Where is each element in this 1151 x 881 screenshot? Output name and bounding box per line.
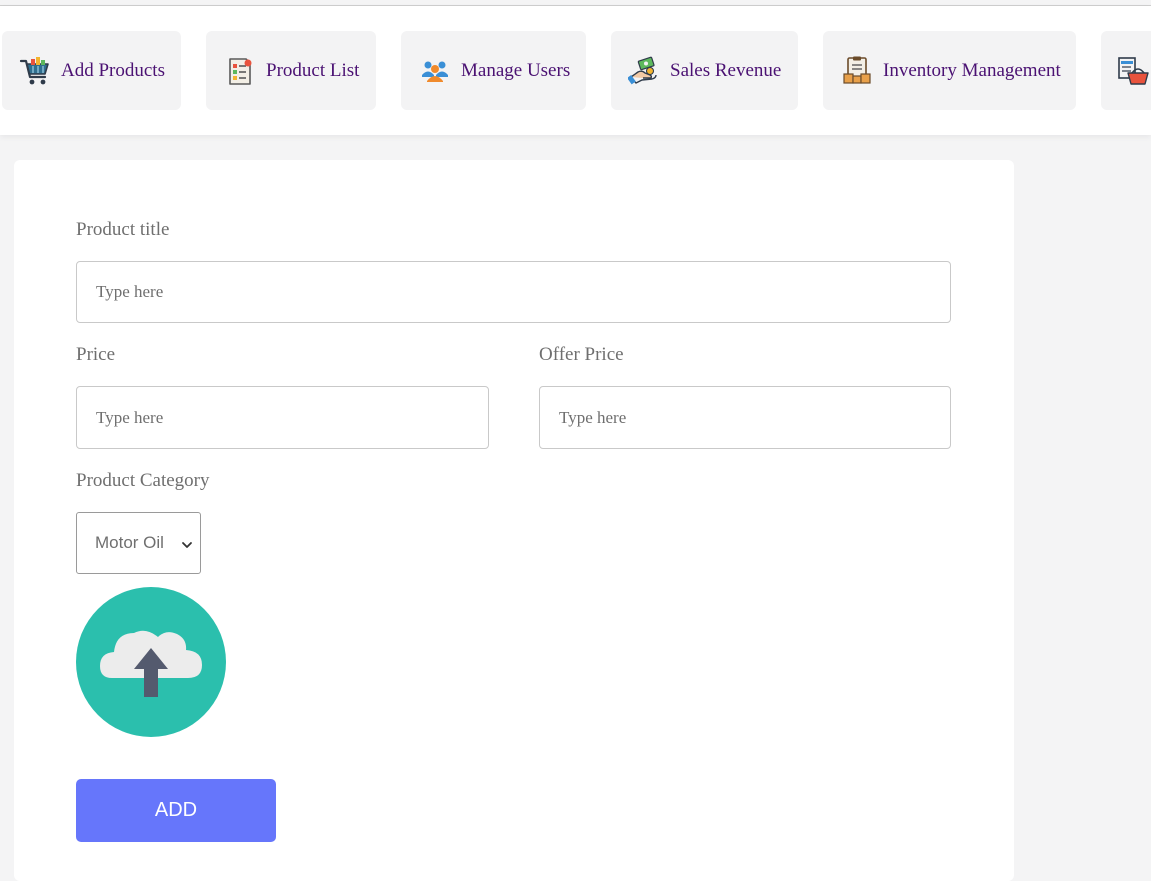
image-upload-button[interactable]	[76, 587, 226, 737]
offer-price-label: Offer Price	[539, 344, 624, 365]
nav-product-list[interactable]: Product List	[206, 31, 376, 110]
add-product-form: Product title Price Offer Price Product …	[14, 160, 1014, 881]
money-hand-icon	[627, 55, 660, 87]
chevron-down-icon	[181, 536, 193, 548]
product-category-label: Product Category	[76, 470, 210, 491]
nav-sales-revenue[interactable]: Sales Revenue	[611, 31, 798, 110]
cloud-upload-icon	[76, 587, 226, 737]
price-input[interactable]	[76, 386, 489, 449]
product-title-label: Product title	[76, 219, 170, 240]
nav-label: Product List	[266, 59, 360, 81]
price-label: Price	[76, 344, 116, 365]
nav-label: Inventory Management	[883, 59, 1061, 81]
nav-item-partial[interactable]	[1101, 31, 1151, 110]
add-button[interactable]: ADD	[76, 779, 276, 842]
nav-label: Manage Users	[461, 59, 571, 81]
nav-label: Add Products	[61, 59, 165, 81]
offer-price-input[interactable]	[539, 386, 951, 449]
nav-inventory-management[interactable]: Inventory Management	[823, 31, 1076, 110]
top-nav: Add Products Product List Manage Users S…	[0, 6, 1151, 135]
nav-manage-users[interactable]: Manage Users	[401, 31, 586, 110]
product-category-value: Motor Oil	[95, 533, 164, 552]
clipboard-boxes-icon	[841, 55, 873, 87]
users-icon	[419, 55, 451, 87]
product-category-select[interactable]: Motor Oil	[76, 512, 201, 574]
shopping-cart-icon	[19, 55, 51, 87]
basket-list-icon	[1117, 55, 1149, 87]
nav-add-products[interactable]: Add Products	[2, 31, 181, 110]
product-title-input[interactable]	[76, 261, 951, 323]
nav-label: Sales Revenue	[670, 59, 782, 81]
checklist-icon	[224, 55, 256, 87]
